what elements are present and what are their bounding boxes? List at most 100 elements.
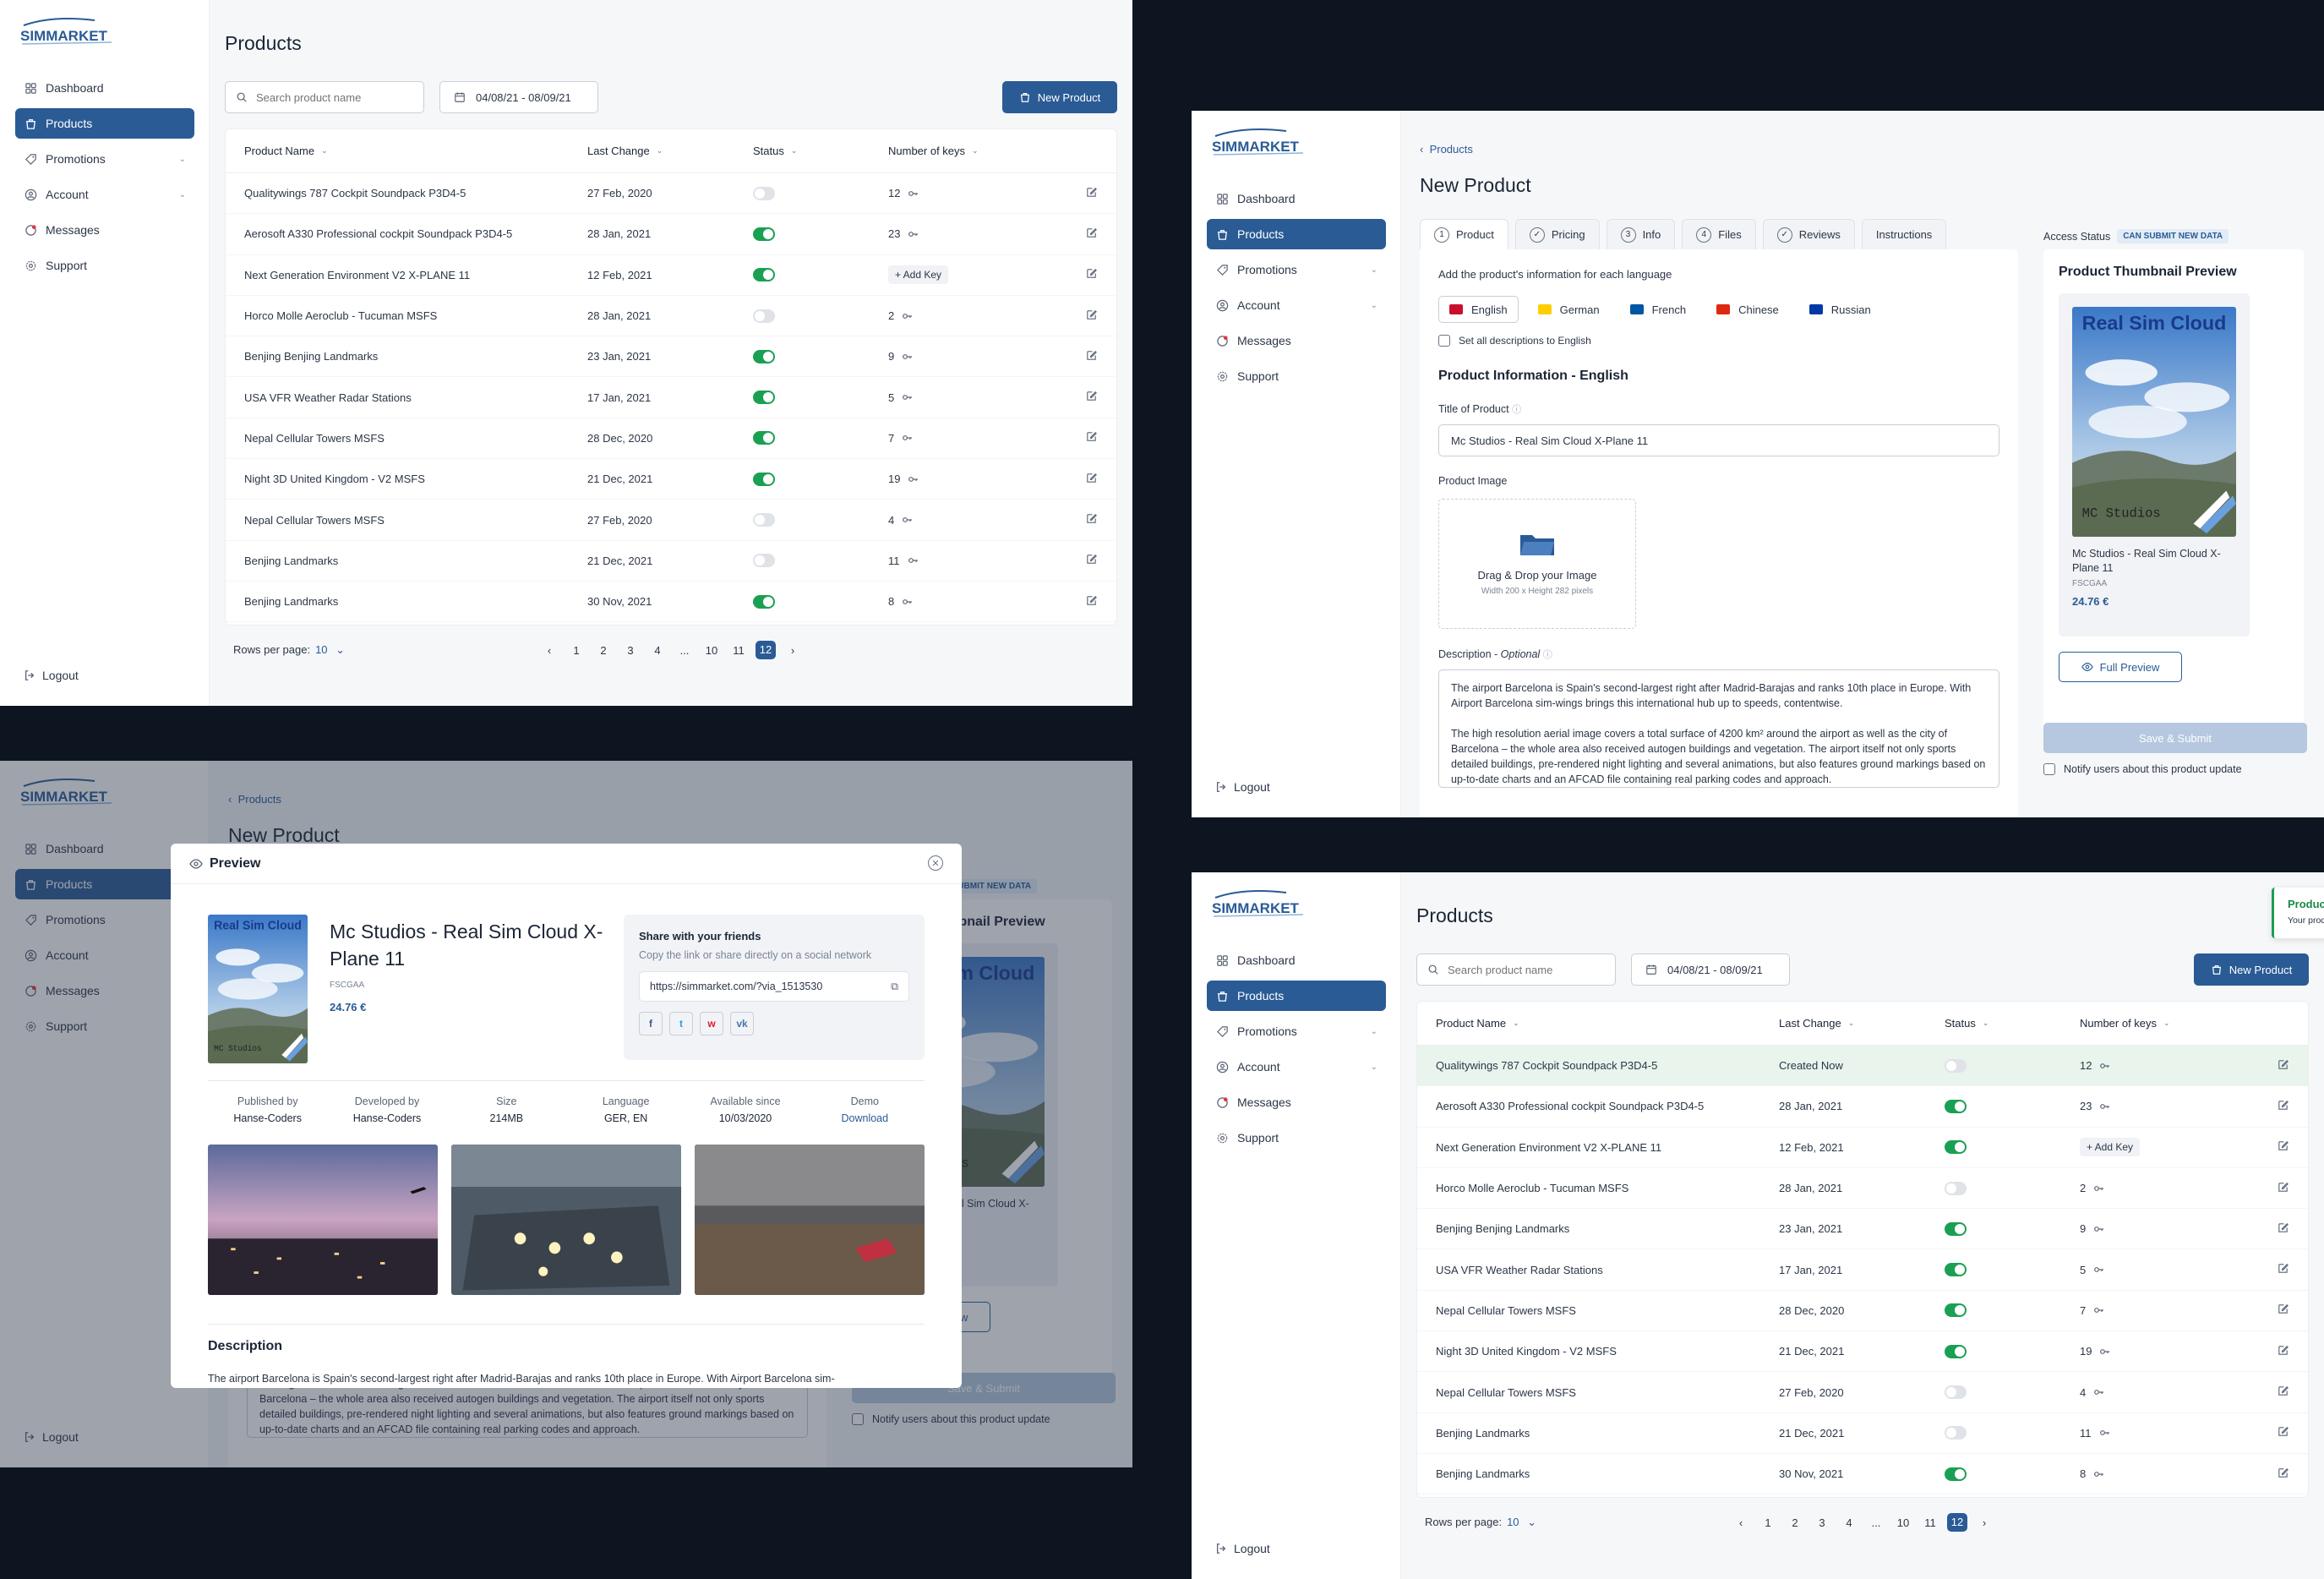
page-button[interactable]: 11 [1917,1516,1944,1529]
next-page-icon[interactable]: › [1971,1516,1998,1529]
status-toggle[interactable] [1945,1263,1967,1277]
status-toggle[interactable] [753,391,775,405]
edit-icon[interactable] [1085,553,1098,568]
edit-icon[interactable] [1085,227,1098,242]
add-key-button[interactable]: + Add Key [888,265,949,285]
copy-icon[interactable]: ⧉ [891,981,898,993]
table-row[interactable]: Benjing Landmarks 30 Nov, 2021 8 [1417,1454,2308,1495]
edit-icon[interactable] [2277,1099,2289,1114]
status-toggle[interactable] [1945,1181,1967,1195]
chevron-down-icon[interactable]: ⌄ [1371,265,1377,275]
share-link-field[interactable]: https://simmarket.com/?via_1513530 ⧉ [639,971,909,1002]
tab-info[interactable]: 3 Info [1606,219,1676,249]
table-row[interactable]: Benjing Benjing Landmarks 23 Jan, 2021 9 [226,336,1116,378]
status-toggle[interactable] [1945,1385,1967,1400]
edit-icon[interactable] [1085,349,1098,364]
rows-per-page[interactable]: Rows per page: 10 ⌄ [233,643,345,657]
language-chinese[interactable]: Chinese [1705,296,1790,323]
language-english[interactable]: English [1438,296,1519,323]
status-toggle[interactable] [753,349,775,363]
chevron-down-icon[interactable]: ⌄ [179,155,186,164]
sidebar-item-support[interactable]: Support [1207,1123,1386,1153]
sidebar-item-support[interactable]: Support [1207,361,1386,391]
table-row[interactable]: Aerosoft A330 Professional cockpit Sound… [1417,1086,2308,1128]
sidebar-item-dashboard[interactable]: Dashboard [1207,183,1386,214]
status-toggle[interactable] [753,554,775,568]
table-row[interactable]: Horco Molle Aeroclub - Tucuman MSFS 28 Ja… [1417,1168,2308,1210]
page-button[interactable]: 4 [644,644,671,657]
tab-files[interactable]: 4 Files [1682,219,1756,249]
status-toggle[interactable] [753,268,775,282]
demo-download-link[interactable]: Download [805,1112,925,1124]
edit-icon[interactable] [2277,1181,2289,1196]
description-textarea[interactable]: The airport Barcelona is Spain's second-… [1438,669,1999,788]
page-button[interactable]: 10 [698,644,725,657]
facebook-icon[interactable]: f [639,1012,663,1035]
simmarket-logo[interactable]: SIMMARKET [1210,126,1312,160]
status-toggle[interactable] [753,431,775,445]
image-dropzone[interactable]: Drag & Drop your Image Width 200 x Height… [1438,499,1636,629]
sidebar-item-promotions[interactable]: Promotions ⌄ [15,144,194,174]
status-toggle[interactable] [1945,1099,1967,1113]
date-range-picker[interactable]: 04/08/21 - 08/09/21 [439,81,598,113]
rows-per-page[interactable]: Rows per page: 10 ⌄ [1425,1516,1536,1529]
table-row[interactable]: USA VFR Weather Radar Stations 17 Jan, 20… [1417,1249,2308,1291]
status-toggle[interactable] [753,227,775,241]
date-range-picker[interactable]: 04/08/21 - 08/09/21 [1631,953,1790,986]
sidebar-item-account[interactable]: Account ⌄ [1207,290,1386,320]
status-toggle[interactable] [753,594,775,609]
edit-icon[interactable] [1085,430,1098,445]
edit-icon[interactable] [1085,390,1098,405]
page-button[interactable]: ... [671,644,698,657]
sidebar-item-account[interactable]: Account ⌄ [15,179,194,210]
page-button[interactable]: ... [1863,1516,1890,1529]
add-key-button[interactable]: + Add Key [2080,1138,2141,1157]
table-row[interactable]: Nepal Cellular Towers MSFS 28 Dec, 2020 7 [226,418,1116,460]
page-button[interactable]: 1 [1754,1516,1781,1529]
edit-icon[interactable] [2277,1058,2289,1074]
table-row[interactable]: Next Generation Environment V2 X-PLANE 1… [226,255,1116,296]
new-product-button[interactable]: New Product [1002,81,1117,113]
prev-page-icon[interactable]: ‹ [1727,1516,1754,1529]
status-toggle[interactable] [753,309,775,323]
edit-icon[interactable] [2277,1385,2289,1400]
edit-icon[interactable] [2277,1139,2289,1155]
column-header[interactable]: Product Name ⌄ [1417,1017,1779,1030]
column-header[interactable]: Last Change ⌄ [1779,1017,1945,1030]
edit-icon[interactable] [2277,1344,2289,1359]
prev-page-icon[interactable]: ‹ [536,644,563,657]
edit-icon[interactable] [2277,1221,2289,1237]
logout-button[interactable]: Logout [24,669,79,682]
simmarket-logo[interactable]: SIMMARKET [19,15,120,49]
table-row[interactable]: Nepal Cellular Towers MSFS 27 Feb, 2020 4 [1417,1372,2308,1413]
edit-icon[interactable] [1085,472,1098,487]
page-button[interactable]: 4 [1836,1516,1863,1529]
column-header[interactable]: Status ⌄ [1945,1017,2080,1030]
column-header[interactable]: Status ⌄ [753,145,888,157]
simmarket-logo[interactable]: SIMMARKET [1210,888,1312,921]
page-button[interactable]: 3 [1808,1516,1836,1529]
status-toggle[interactable] [1945,1344,1967,1358]
page-button[interactable]: 1 [563,644,590,657]
status-toggle[interactable] [753,472,775,486]
screenshot-image[interactable] [208,1145,438,1295]
table-row[interactable]: Qualitywings 787 Cockpit Soundpack P3D4-… [1417,1046,2308,1087]
save-submit-button[interactable]: Save & Submit [2043,723,2307,753]
sidebar-item-promotions[interactable]: Promotions ⌄ [1207,1016,1386,1046]
status-toggle[interactable] [1945,1467,1967,1481]
sidebar-item-dashboard[interactable]: Dashboard [15,73,194,103]
status-toggle[interactable] [753,513,775,527]
logout-button[interactable]: Logout [1215,1542,1270,1555]
table-row[interactable]: Nepal Cellular Towers MSFS 27 Feb, 2020 4 [226,500,1116,541]
tab-pricing[interactable]: ✓ Pricing [1514,219,1600,249]
column-header[interactable]: Last Change ⌄ [587,145,753,157]
page-button[interactable]: 10 [1890,1516,1917,1529]
language-german[interactable]: German [1527,296,1611,323]
notify-checkbox[interactable]: Notify users about this product update [2043,763,2242,775]
tab-instructions[interactable]: Instructions [1861,219,1947,249]
edit-icon[interactable] [2277,1262,2289,1277]
language-russian[interactable]: Russian [1798,296,1882,323]
column-header[interactable]: Product Name ⌄ [226,145,587,157]
page-button[interactable]: 11 [725,644,752,657]
chevron-down-icon[interactable]: ⌄ [1371,301,1377,310]
